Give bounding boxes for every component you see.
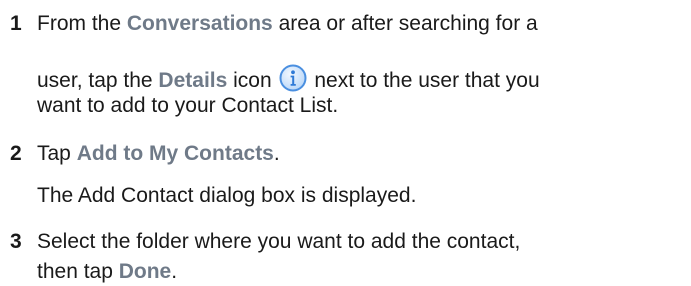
step-1-line-1: From the Conversations area or after sea… <box>37 12 538 36</box>
step-2-line-2: The Add Contact dialog box is displayed. <box>37 184 417 207</box>
step-number: 3 <box>10 230 22 253</box>
ui-term-done: Done <box>118 260 172 283</box>
ui-term-details: Details <box>158 69 228 92</box>
text: From the <box>37 12 127 35</box>
ui-term-conversations: Conversations <box>126 12 273 35</box>
step-2-line-1: Tap Add to My Contacts. <box>37 142 280 166</box>
text: area or after searching for a <box>272 12 538 35</box>
text: . <box>273 142 280 165</box>
step-3-line-1: Select the folder where you want to add … <box>37 230 521 253</box>
step-1-line-2: user, tap the Details icon next to the u… <box>37 64 540 93</box>
info-circle-icon <box>279 64 306 92</box>
text: then tap <box>37 260 119 283</box>
step-3-line-2: then tap Done. <box>37 260 177 284</box>
text: user, tap the <box>37 69 159 92</box>
ui-term-add-to-my-contacts: Add to My Contacts <box>76 142 274 165</box>
step-number: 2 <box>10 142 22 165</box>
text: icon <box>227 69 278 92</box>
text: Tap <box>37 142 77 165</box>
step-number: 1 <box>10 12 22 35</box>
text: next to the user that you <box>308 69 540 92</box>
step-1-line-3: want to add to your Contact List. <box>37 94 339 117</box>
instruction-document: 1 From the Conversations area or after s… <box>0 0 691 286</box>
text: . <box>171 260 178 283</box>
